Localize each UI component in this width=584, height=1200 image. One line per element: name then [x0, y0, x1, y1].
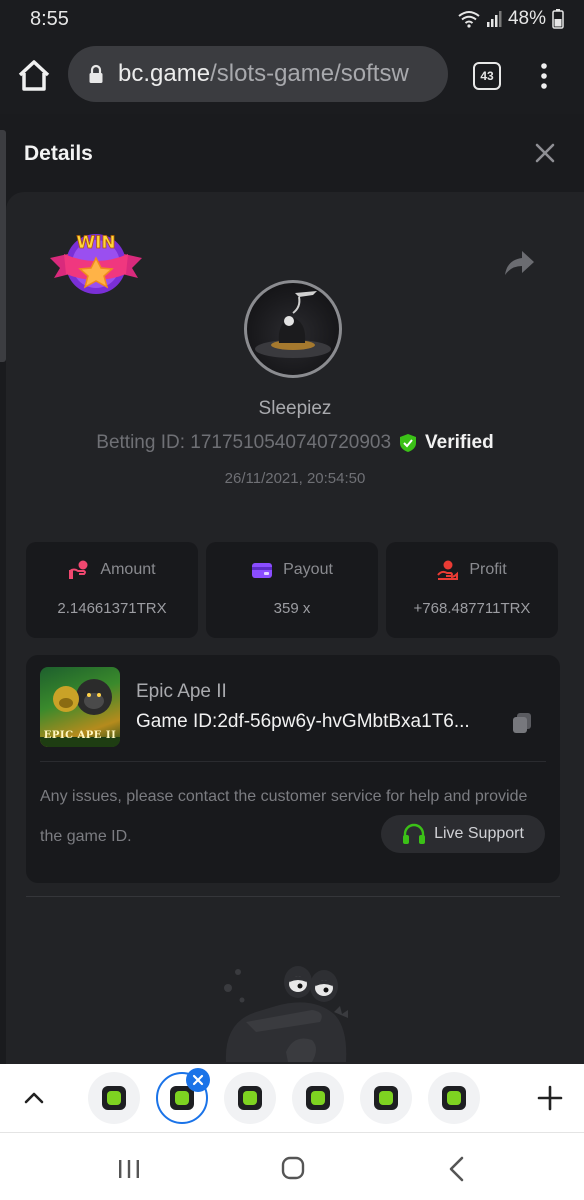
username[interactable]: Sleepiez — [6, 398, 584, 420]
stat-payout: Payout 359 x — [206, 542, 378, 638]
status-bar: 8:55 48% — [0, 0, 584, 38]
stat-amount: Amount 2.14661371TRX — [26, 542, 198, 638]
tab-strip — [0, 1064, 584, 1132]
divider — [40, 761, 546, 762]
stat-label: Profit — [469, 561, 507, 578]
url-path: /slots-game/softsw — [210, 60, 409, 87]
tab-thumbnail[interactable] — [88, 1072, 140, 1124]
stat-value: 2.14661371TRX — [57, 600, 167, 617]
close-tab-icon[interactable] — [186, 1068, 210, 1092]
bet-detail-card: WIN Sleepiez Betting ID: 171751054074072… — [6, 192, 584, 1064]
home-icon[interactable] — [14, 56, 54, 96]
game-thumbnail-label: EPIC APE II — [43, 730, 117, 741]
url-domain: bc.game — [118, 60, 211, 87]
url-bar[interactable]: bc.game/slots-game/softsw — [68, 46, 448, 102]
tab-thumbnail[interactable] — [360, 1072, 412, 1124]
tab-count-button[interactable]: 43 — [473, 62, 501, 90]
status-indicators: 48% — [458, 8, 564, 30]
game-id-value: 2df-56pw6y-hvGMbtBxa1T6... — [217, 711, 470, 732]
chevron-up-icon[interactable] — [22, 1086, 46, 1110]
browser-toolbar: bc.game/slots-game/softsw 43 — [0, 38, 584, 114]
profit-icon — [437, 560, 459, 580]
bcgame-logo-icon — [442, 1086, 466, 1110]
wifi-icon — [458, 11, 480, 28]
stat-label: Payout — [283, 561, 333, 578]
bcgame-logo-icon — [238, 1086, 262, 1110]
more-menu-icon[interactable] — [532, 60, 556, 92]
bcgame-logo-icon — [374, 1086, 398, 1110]
page-title: Details — [24, 142, 93, 165]
lock-icon — [89, 64, 103, 83]
live-support-label: Live Support — [434, 825, 524, 842]
live-support-button[interactable]: Live Support — [381, 815, 545, 853]
game-info-card: EPIC APE II Epic Ape II Game ID:2df-56pw… — [26, 655, 560, 883]
stat-profit: Profit +768.487711TRX — [386, 542, 558, 638]
game-name[interactable]: Epic Ape II — [136, 681, 227, 703]
battery-icon — [552, 9, 564, 29]
win-badge-icon: WIN — [50, 233, 142, 294]
new-tab-plus-icon[interactable] — [536, 1084, 564, 1112]
nav-home-icon[interactable] — [280, 1155, 306, 1181]
share-icon[interactable] — [502, 248, 536, 278]
close-icon[interactable] — [534, 142, 556, 164]
copy-icon[interactable] — [510, 711, 534, 735]
tab-thumbnail[interactable] — [292, 1072, 344, 1124]
battery-percent: 48% — [507, 8, 546, 29]
tab-thumbnail[interactable] — [428, 1072, 480, 1124]
win-badge-text: WIN — [76, 233, 115, 253]
avatar-image — [255, 291, 331, 358]
bet-timestamp: 26/11/2021, 20:54:50 — [224, 470, 366, 487]
system-nav-bar — [0, 1132, 584, 1200]
verified-label: Verified — [425, 432, 494, 453]
crocodile-mascot-icon — [224, 966, 348, 1062]
avatar — [244, 280, 342, 378]
back-icon[interactable] — [446, 1155, 466, 1183]
status-time: 8:55 — [30, 8, 69, 30]
recents-icon[interactable] — [116, 1157, 142, 1181]
game-id: Game ID:2df-56pw6y-hvGMbtBxa1T6... — [136, 711, 496, 733]
bcgame-logo-icon — [102, 1086, 126, 1110]
bcgame-logo-icon — [306, 1086, 330, 1110]
betting-id: Betting ID: 1717510540740720903 — [96, 432, 392, 453]
signal-icon — [486, 11, 502, 27]
divider — [26, 896, 560, 897]
stat-value: 359 x — [273, 600, 311, 617]
headset-icon — [403, 823, 426, 844]
tab-thumbnail[interactable] — [224, 1072, 276, 1124]
stat-label: Amount — [100, 561, 156, 578]
game-thumbnail[interactable]: EPIC APE II — [40, 667, 120, 747]
game-id-label: Game ID: — [136, 711, 218, 732]
betting-id-row: Betting ID: 1717510540740720903 Verified — [6, 432, 584, 454]
stat-value: +768.487711TRX — [413, 600, 531, 617]
verified-shield-icon — [400, 434, 417, 452]
details-page: Details WIN Sleepiez Betting ID: 1717510… — [0, 114, 584, 1064]
wallet-icon — [252, 563, 273, 578]
amount-icon — [69, 560, 88, 579]
